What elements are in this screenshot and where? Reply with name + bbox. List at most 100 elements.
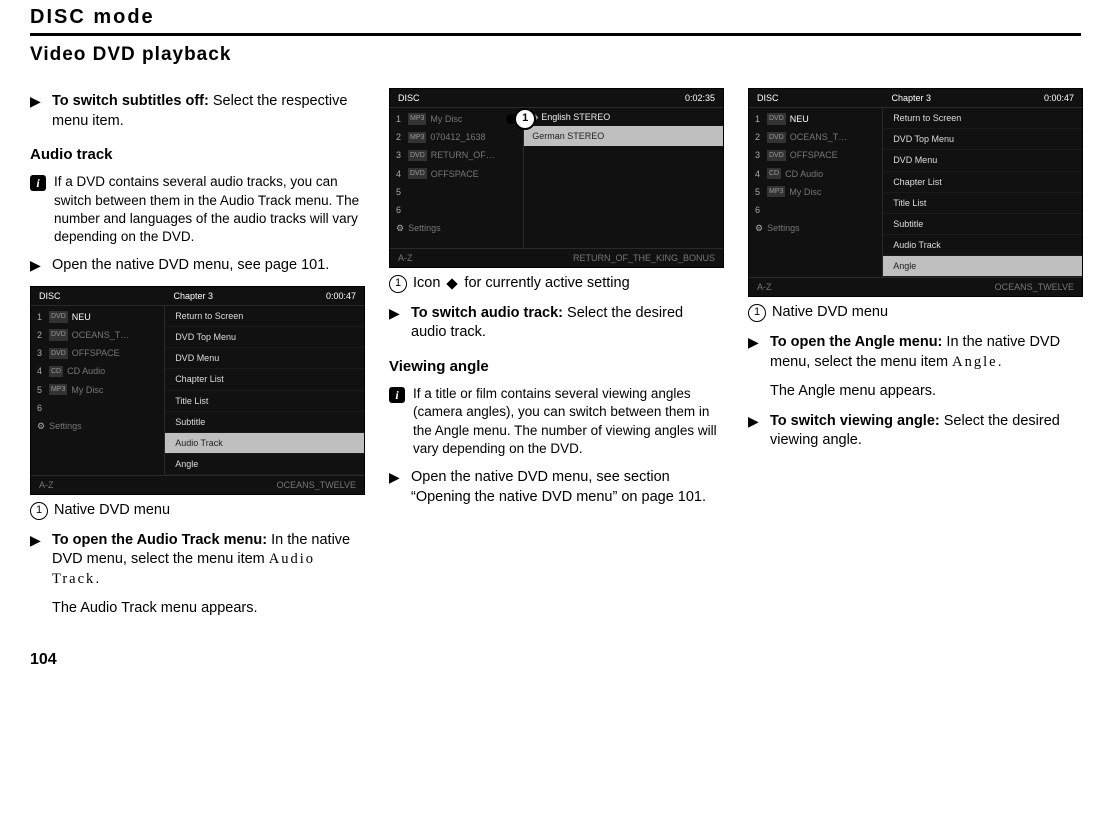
caption-text-part2: for currently active setting <box>464 274 629 294</box>
triangle-icon: ▶ <box>30 531 44 590</box>
ss-top-time: 0:00:47 <box>1044 92 1074 104</box>
ss-list-item: OFFSPACE <box>72 347 120 359</box>
ss-menu-item: Subtitle <box>165 412 364 433</box>
ss-list-item: NEU <box>790 113 809 125</box>
ss-bottom-right: RETURN_OF_THE_KING_BONUS <box>573 252 715 264</box>
triangle-icon: ▶ <box>30 256 44 276</box>
column-1: ▶ To switch subtitles off: Select the re… <box>30 82 363 619</box>
step-subtitles-off: ▶ To switch subtitles off: Select the re… <box>30 92 363 131</box>
ss-bottom-left: A-Z <box>39 479 54 491</box>
ss-menu-item: Title List <box>165 391 364 412</box>
caption-icon-active: 1 Icon for currently active setting <box>389 274 722 294</box>
info-icon: i <box>30 175 46 191</box>
ss-bottom-right: OCEANS_TWELVE <box>277 479 356 491</box>
screenshot-native-menu-angle: DISC Chapter 3 0:00:47 1DVDNEU 2DVDOCEAN… <box>748 88 1083 297</box>
running-head: DISC mode <box>30 0 1081 29</box>
ss-top-chapter: Chapter 3 <box>891 92 931 104</box>
ss-settings: Settings <box>49 420 82 432</box>
ss-top-left: DISC <box>398 92 420 104</box>
triangle-icon: ▶ <box>30 92 44 131</box>
caption-text-part1: Icon <box>413 274 440 294</box>
step-bold: To open the Angle menu: <box>770 334 942 350</box>
circled-1-icon: 1 <box>748 304 766 322</box>
ss-list-item: NEU <box>72 311 91 323</box>
step-bold: To switch subtitles off: <box>52 93 209 109</box>
ss-settings: Settings <box>408 222 441 234</box>
ss-menu-item: Subtitle <box>883 214 1082 235</box>
ss-list-item: My Disc <box>430 113 462 125</box>
heading-viewing-angle: Viewing angle <box>389 357 722 377</box>
triangle-icon: ▶ <box>748 333 762 372</box>
ss-menu-item-selected: Audio Track <box>165 433 364 454</box>
step-switch-angle: ▶ To switch viewing angle: Select the de… <box>748 412 1081 451</box>
ss-menu-item: DVD Menu <box>883 150 1082 171</box>
ss-list-item: My Disc <box>71 384 103 396</box>
result-audio-appears: The Audio Track menu appears. <box>52 599 363 619</box>
triangle-icon: ▶ <box>748 412 762 451</box>
horizontal-rule <box>30 33 1081 36</box>
circled-1-icon: 1 <box>389 275 407 293</box>
ss-menu-item: Return to Screen <box>883 108 1082 129</box>
step-switch-audio: ▶ To switch audio track: Select the desi… <box>389 304 722 343</box>
page-number: 104 <box>30 651 1081 669</box>
ss-settings: Settings <box>767 222 800 234</box>
step-text: Open the native DVD menu, see section “O… <box>411 468 722 507</box>
ss-menu-item: Title List <box>883 193 1082 214</box>
section-title: Video DVD playback <box>30 44 1081 66</box>
ss-bottom-left: A-Z <box>757 281 772 293</box>
ss-top-time: 0:00:47 <box>326 290 356 302</box>
ss-list-item: OFFSPACE <box>431 168 479 180</box>
ss-top-time: 0:02:35 <box>685 92 715 104</box>
ss-menu-item: DVD Menu <box>165 348 364 369</box>
ss-audio-current-text: English STEREO <box>541 111 610 123</box>
ss-list-item: OCEANS_T… <box>790 131 848 143</box>
screenshot-audio-track-menu: DISC 0:02:35 1MP3My Disc 2MP3070412_1638… <box>389 88 724 268</box>
caption-text: Native DVD menu <box>772 303 888 323</box>
caption-native-3: 1 Native DVD menu <box>748 303 1081 323</box>
ss-audio-current: English STEREO <box>524 108 723 126</box>
step-open-native-1: ▶ Open the native DVD menu, see page 101… <box>30 256 363 276</box>
result-angle-appears: The Angle menu appears. <box>770 382 1081 402</box>
ss-menu-item: DVD Top Menu <box>883 129 1082 150</box>
ss-menu-item: Return to Screen <box>165 306 364 327</box>
ss-list-item: OFFSPACE <box>790 149 838 161</box>
ss-menu-item: Angle <box>165 454 364 475</box>
info-text: If a title or film contains several view… <box>413 385 722 458</box>
ss-bottom-left: A-Z <box>398 252 413 264</box>
info-text: If a DVD contains several audio tracks, … <box>54 173 363 246</box>
ss-list-item: 070412_1638 <box>430 131 485 143</box>
column-3: DISC Chapter 3 0:00:47 1DVDNEU 2DVDOCEAN… <box>748 82 1081 619</box>
menu-term-angle: Angle <box>952 354 997 370</box>
ss-top-chapter: Chapter 3 <box>173 290 213 302</box>
ss-top-left: DISC <box>757 92 779 104</box>
caption-text: Native DVD menu <box>54 501 170 521</box>
ss-menu-item: Audio Track <box>883 235 1082 256</box>
ss-menu-item: DVD Top Menu <box>165 327 364 348</box>
caption-native-1: 1 Native DVD menu <box>30 501 363 521</box>
ss-list-item: OCEANS_T… <box>72 329 130 341</box>
period: . <box>998 354 1002 370</box>
circled-1-icon: 1 <box>30 502 48 520</box>
triangle-icon: ▶ <box>389 304 403 343</box>
heading-audio-track: Audio track <box>30 145 363 165</box>
ss-audio-result: German STEREO <box>524 126 723 146</box>
triangle-icon: ▶ <box>389 468 403 507</box>
column-2: DISC 0:02:35 1MP3My Disc 2MP3070412_1638… <box>389 82 722 619</box>
step-text: Open the native DVD menu, see page 101. <box>52 256 363 276</box>
ss-list-item: CD Audio <box>785 168 823 180</box>
ss-menu-item: Chapter List <box>165 369 364 390</box>
step-open-audio-menu: ▶ To open the Audio Track menu: In the n… <box>30 531 363 590</box>
step-open-native-2: ▶ Open the native DVD menu, see section … <box>389 468 722 507</box>
info-audio-track: i If a DVD contains several audio tracks… <box>30 173 363 246</box>
ss-menu-item-selected: Angle <box>883 256 1082 277</box>
info-viewing-angle: i If a title or film contains several vi… <box>389 385 722 458</box>
ss-bottom-right: OCEANS_TWELVE <box>995 281 1074 293</box>
info-icon: i <box>389 387 405 403</box>
screenshot-native-menu-audio: DISC Chapter 3 0:00:47 1DVDNEU 2DVDOCEAN… <box>30 286 365 495</box>
ss-list-item: My Disc <box>789 186 821 198</box>
ss-list-item: CD Audio <box>67 365 105 377</box>
ss-menu-item: Chapter List <box>883 172 1082 193</box>
ss-top-left: DISC <box>39 290 61 302</box>
ss-list-item: RETURN_OF… <box>431 149 495 161</box>
period: . <box>95 571 99 587</box>
